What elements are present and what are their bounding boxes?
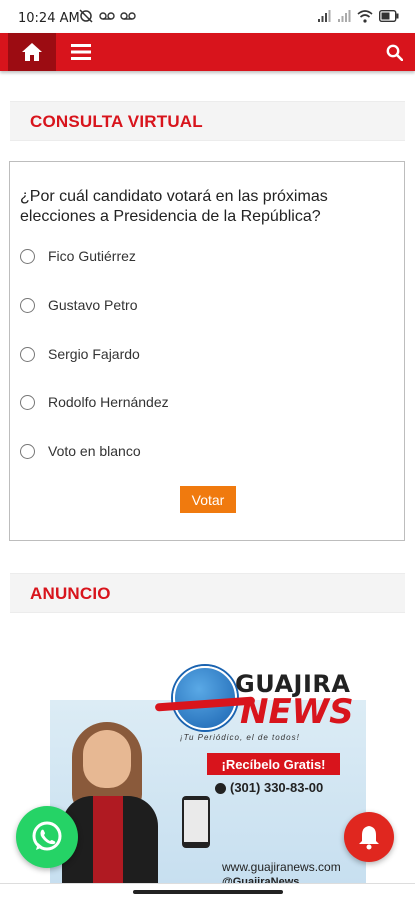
- vote-button[interactable]: Votar: [180, 486, 236, 513]
- poll-option[interactable]: Voto en blanco: [20, 440, 141, 462]
- whatsapp-button[interactable]: [16, 806, 78, 868]
- top-navbar: [0, 33, 415, 71]
- ad-phone-number: (301) 330-83-00: [230, 780, 324, 795]
- search-icon: [386, 44, 403, 61]
- status-time: 10:24 AM: [18, 11, 80, 26]
- battery-icon: [379, 10, 399, 22]
- poll-section-header: CONSULTA VIRTUAL: [10, 101, 405, 141]
- radio-button[interactable]: [20, 248, 35, 264]
- signal-icon: [318, 10, 331, 22]
- gesture-home-indicator[interactable]: [133, 890, 283, 894]
- home-button[interactable]: [8, 33, 56, 71]
- poll-question: ¿Por cuál candidato votará en las próxim…: [20, 188, 328, 225]
- whatsapp-small-icon: [215, 783, 226, 795]
- whatsapp-icon: [32, 821, 62, 851]
- status-bar: 10:24 AM: [0, 0, 415, 33]
- brand-slogan: ¡Tu Periódico, el de todos!: [180, 733, 300, 742]
- radio-button[interactable]: [20, 297, 35, 313]
- home-icon: [22, 43, 42, 61]
- search-button[interactable]: [379, 33, 409, 71]
- radio-button[interactable]: [20, 394, 35, 410]
- poll-section-title: CONSULTA VIRTUAL: [30, 112, 203, 131]
- poll-option[interactable]: Sergio Fajardo: [20, 343, 140, 365]
- poll-option-label: Fico Gutiérrez: [48, 248, 136, 264]
- ad-section-header: ANUNCIO: [10, 573, 405, 613]
- poll-option-label: Rodolfo Hernández: [48, 394, 169, 410]
- poll-option-label: Sergio Fajardo: [48, 346, 140, 362]
- ad-section-title: ANUNCIO: [30, 584, 111, 603]
- bell-icon: [359, 826, 379, 850]
- ad-model-photo: [58, 716, 158, 884]
- poll-option[interactable]: Gustavo Petro: [20, 294, 138, 316]
- signal-icon: [338, 10, 351, 22]
- menu-icon: [71, 44, 91, 60]
- ad-banner[interactable]: GUAJIRA NEWS ¡Tu Periódico, el de todos!…: [50, 658, 366, 884]
- radio-button[interactable]: [20, 443, 35, 459]
- poll-option[interactable]: Fico Gutiérrez: [20, 245, 136, 267]
- bottom-divider: [0, 883, 415, 884]
- brand-name-line2: NEWS: [240, 692, 354, 732]
- ad-phone-image: [182, 796, 210, 848]
- menu-button[interactable]: [64, 33, 98, 71]
- alarm-off-icon: [79, 9, 93, 23]
- poll-option-label: Voto en blanco: [48, 443, 141, 459]
- ad-website: www.guajiranews.com: [222, 860, 341, 874]
- voicemail-icon: [120, 12, 136, 20]
- wifi-icon: [357, 9, 373, 23]
- voicemail-icon: [99, 12, 115, 20]
- notification-button[interactable]: [344, 812, 394, 862]
- poll-option-label: Gustavo Petro: [48, 297, 138, 313]
- ad-phone: (301) 330-83-00: [215, 780, 323, 795]
- poll-card: ¿Por cuál candidato votará en las próxim…: [9, 161, 405, 541]
- poll-option[interactable]: Rodolfo Hernández: [20, 391, 169, 413]
- ad-cta-badge: ¡Recíbelo Gratis!: [207, 753, 340, 775]
- radio-button[interactable]: [20, 346, 35, 362]
